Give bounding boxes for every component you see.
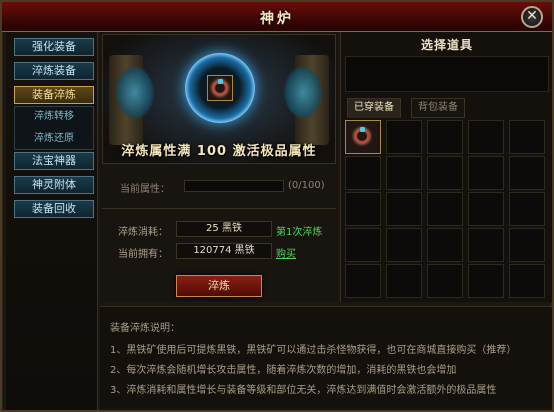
sidebar-subitem-restore[interactable]: 淬炼还原 bbox=[15, 129, 93, 149]
sidebar-item-artifact[interactable]: 法宝神器 bbox=[14, 152, 94, 170]
close-button[interactable]: ✕ bbox=[521, 6, 543, 28]
ring-icon bbox=[212, 79, 228, 96]
item-preview-area bbox=[345, 56, 549, 92]
attribute-progress-bar bbox=[184, 180, 284, 192]
item-grid bbox=[345, 120, 549, 300]
ring-icon bbox=[354, 127, 370, 144]
item-slot[interactable] bbox=[345, 264, 381, 298]
refine-button[interactable]: 淬炼 bbox=[176, 275, 262, 297]
item-slot[interactable] bbox=[386, 192, 422, 226]
item-slot[interactable] bbox=[427, 120, 463, 154]
item-slot[interactable] bbox=[509, 264, 545, 298]
sidebar-item-recycle[interactable]: 装备回收 bbox=[14, 200, 94, 218]
item-slot[interactable] bbox=[509, 156, 545, 190]
description-line: 3、淬炼消耗和属性增长与装备等级和部位无关，淬炼达到满值时会激活额外的极品属性 bbox=[110, 385, 497, 396]
selected-equip-slot[interactable] bbox=[207, 75, 233, 101]
sidebar-item-refine-equip[interactable]: 淬炼装备 bbox=[14, 62, 94, 80]
item-slot[interactable] bbox=[386, 156, 422, 190]
sidebar: 强化装备 淬炼装备 装备淬炼 淬炼转移 淬炼还原 法宝神器 神灵附体 装备回收 bbox=[6, 32, 98, 410]
tab-bag[interactable]: 背包装备 bbox=[411, 98, 465, 118]
item-slot[interactable] bbox=[345, 120, 381, 154]
item-select-title: 选择道具 bbox=[420, 38, 473, 52]
item-slot[interactable] bbox=[345, 192, 381, 226]
item-slot[interactable] bbox=[345, 156, 381, 190]
item-slot[interactable] bbox=[468, 120, 504, 154]
attribute-value: (0/100) bbox=[288, 180, 325, 191]
cost-box: 淬炼消耗： 25 黑铁 第1次淬炼 当前拥有： 120774 黑铁 购买 淬炼 bbox=[102, 208, 336, 300]
title-bar: 神炉 ✕ bbox=[2, 2, 552, 32]
item-slot[interactable] bbox=[386, 120, 422, 154]
window-title: 神炉 bbox=[260, 11, 294, 27]
description-line: 1、黑铁矿使用后可提炼黑铁，黑铁矿可以通过击杀怪物获得，也可在商城直接购买（推荐… bbox=[110, 345, 517, 356]
attribute-row: 当前属性： (0/100) bbox=[110, 178, 330, 196]
submenu: 淬炼转移 淬炼还原 bbox=[14, 106, 94, 150]
own-value: 120774 黑铁 bbox=[176, 243, 272, 259]
item-slot[interactable] bbox=[427, 228, 463, 262]
item-slot[interactable] bbox=[386, 264, 422, 298]
item-slot[interactable] bbox=[427, 192, 463, 226]
item-select-panel: 选择道具 已穿装备 背包装备 bbox=[340, 32, 552, 302]
item-slot[interactable] bbox=[386, 228, 422, 262]
description-panel: 装备淬炼说明： 1、黑铁矿使用后可提炼黑铁，黑铁矿可以通过击杀怪物获得，也可在商… bbox=[100, 306, 552, 410]
description-line: 2、每次淬炼会随机增长攻击属性，随着淬炼次数的增加，消耗的黑铁也会增加 bbox=[110, 365, 457, 376]
close-icon: ✕ bbox=[526, 8, 538, 24]
item-slot[interactable] bbox=[427, 264, 463, 298]
refine-count: 第1次淬炼 bbox=[276, 227, 323, 238]
item-slot[interactable] bbox=[468, 264, 504, 298]
banner-text: 淬炼属性满 100 激活极品属性 bbox=[121, 144, 317, 159]
consume-label: 淬炼消耗： bbox=[118, 227, 168, 238]
own-label: 当前拥有： bbox=[118, 249, 168, 260]
item-slot[interactable] bbox=[345, 228, 381, 262]
item-slot[interactable] bbox=[468, 192, 504, 226]
description-title: 装备淬炼说明： bbox=[110, 323, 180, 334]
item-slot[interactable] bbox=[468, 156, 504, 190]
buy-link[interactable]: 购买 bbox=[276, 245, 296, 260]
attribute-label: 当前属性： bbox=[120, 184, 170, 195]
item-slot[interactable] bbox=[427, 156, 463, 190]
sidebar-subitem-transfer[interactable]: 淬炼转移 bbox=[15, 107, 93, 127]
furnace-window: 神炉 ✕ 强化装备 淬炼装备 装备淬炼 淬炼转移 淬炼还原 法宝神器 神灵附体 … bbox=[0, 0, 554, 412]
refine-panel: 淬炼属性满 100 激活极品属性 当前属性： (0/100) 淬炼消耗： 25 … bbox=[100, 32, 338, 302]
sidebar-item-enhance[interactable]: 强化装备 bbox=[14, 38, 94, 56]
sidebar-item-equip-refine[interactable]: 装备淬炼 bbox=[14, 86, 94, 104]
item-slot[interactable] bbox=[509, 192, 545, 226]
item-slot[interactable] bbox=[509, 228, 545, 262]
item-slot[interactable] bbox=[509, 120, 545, 154]
item-slot[interactable] bbox=[468, 228, 504, 262]
sidebar-item-possession[interactable]: 神灵附体 bbox=[14, 176, 94, 194]
tab-equipped[interactable]: 已穿装备 bbox=[347, 98, 401, 118]
consume-value: 25 黑铁 bbox=[176, 221, 272, 237]
furnace-banner: 淬炼属性满 100 激活极品属性 bbox=[102, 34, 336, 164]
